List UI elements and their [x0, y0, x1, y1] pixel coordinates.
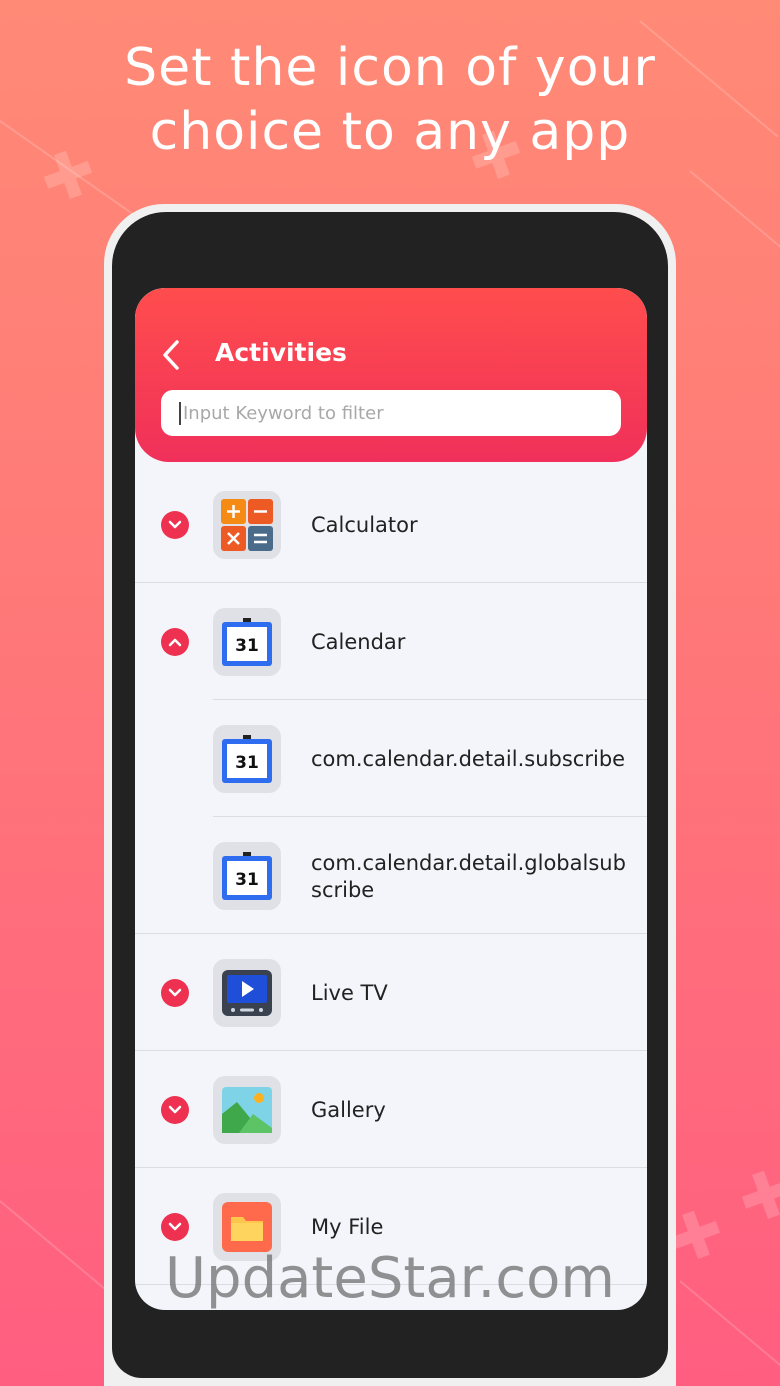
chevron-down-icon	[168, 1222, 182, 1231]
chevron-down-icon	[168, 988, 182, 997]
activity-label: Live TV	[311, 981, 388, 1005]
calendar-icon: 31	[222, 618, 272, 666]
activity-label: Calculator	[311, 513, 418, 537]
activity-label: Calendar	[311, 630, 406, 654]
chevron-down-icon	[168, 1105, 182, 1114]
list-item[interactable]: Live TV	[135, 935, 647, 1051]
search-input[interactable]	[179, 401, 605, 425]
calendar-day-text: 31	[235, 870, 259, 890]
list-item[interactable]: 31 com.calendar.detail.subscribe	[135, 701, 647, 817]
gallery-icon	[222, 1087, 272, 1133]
tv-icon	[222, 970, 272, 1016]
list-item[interactable]: 31 Calendar	[135, 584, 647, 700]
app-icon: 31	[213, 842, 281, 910]
calendar-day-text: 31	[235, 753, 259, 773]
activity-label: com.calendar.detail.subscribe	[311, 747, 626, 771]
collapse-button[interactable]	[161, 628, 189, 656]
back-button[interactable]	[157, 338, 187, 372]
divider	[213, 816, 647, 817]
headline: Set the icon of your choice to any app	[0, 36, 780, 164]
app-bar: Activities	[135, 288, 647, 462]
chevron-up-icon	[168, 638, 182, 647]
activity-label: My File	[311, 1215, 384, 1239]
page-title: Activities	[215, 338, 347, 367]
watermark: UpdateStar.com	[165, 1246, 615, 1311]
calendar-icon: 31	[222, 735, 272, 783]
activity-label: com.calendar.detail.globalsubscribe	[311, 851, 626, 902]
chevron-down-icon	[168, 520, 182, 529]
expand-button[interactable]	[161, 1096, 189, 1124]
headline-line2: choice to any app	[149, 102, 631, 162]
expand-button[interactable]	[161, 511, 189, 539]
list-item[interactable]: Gallery	[135, 1052, 647, 1168]
app-icon	[213, 1076, 281, 1144]
calendar-day-text: 31	[235, 636, 259, 656]
divider	[135, 1167, 647, 1168]
activity-label: Gallery	[311, 1098, 386, 1122]
divider	[213, 699, 647, 700]
calculator-icon	[221, 499, 273, 551]
list-item[interactable]: Calculator	[135, 467, 647, 583]
headline-line1: Set the icon of your	[124, 38, 656, 98]
app-icon: 31	[213, 608, 281, 676]
divider	[135, 1050, 647, 1051]
app-icon	[213, 959, 281, 1027]
expand-button[interactable]	[161, 1213, 189, 1241]
calendar-icon: 31	[222, 852, 272, 900]
divider	[135, 933, 647, 934]
decor-plus-icon: ✚	[728, 1153, 780, 1241]
chevron-left-icon	[163, 340, 179, 370]
expand-button[interactable]	[161, 979, 189, 1007]
phone-screen: Activities Calculator	[135, 288, 647, 1310]
app-icon	[213, 491, 281, 559]
divider	[135, 582, 647, 583]
app-icon: 31	[213, 725, 281, 793]
search-box[interactable]	[161, 390, 621, 436]
decor-line	[689, 170, 780, 249]
list-item[interactable]: 31 com.calendar.detail.globalsubscribe	[135, 818, 647, 934]
